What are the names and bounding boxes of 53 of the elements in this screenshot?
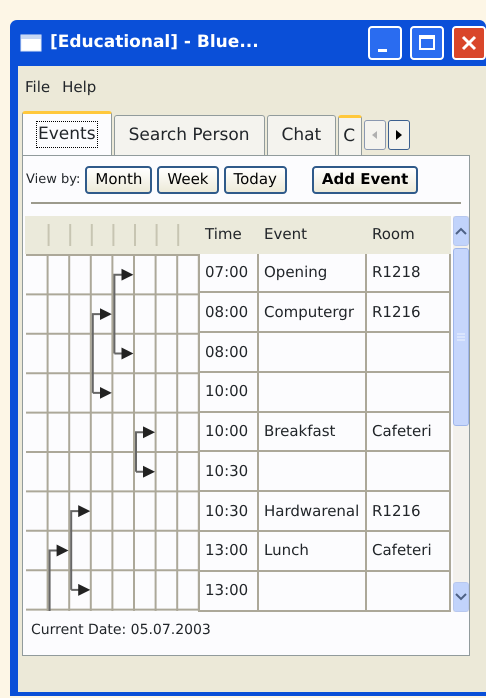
minimize-button[interactable] [368, 26, 402, 60]
event-cell: Computergr [258, 292, 366, 332]
room-cell: Cafeteri [366, 412, 450, 452]
menu-item[interactable]: Help [62, 76, 96, 98]
view-button[interactable]: Month [85, 166, 152, 194]
maximize-button[interactable] [410, 26, 444, 60]
time-cell: 08:00 [199, 292, 258, 332]
room-cell: R1216 [366, 292, 450, 332]
scroll-thumb[interactable] [453, 248, 469, 426]
tab[interactable]: Search Person [114, 115, 264, 155]
room-cell: R1218 [366, 252, 450, 292]
event-cell: Hardwarenal [258, 491, 366, 531]
column-header[interactable]: Event [258, 216, 366, 252]
add-event-button[interactable]: Add Event [312, 166, 418, 194]
event-cell: Breakfast [258, 412, 366, 452]
event-cell: Lunch [258, 530, 366, 571]
scroll-up-button[interactable] [453, 216, 469, 246]
column-header[interactable]: Time [199, 216, 258, 252]
right-triangle-icon [395, 128, 404, 140]
status-text: Current Date: 05.07.2003 [30, 620, 212, 640]
menu-item[interactable]: File [25, 76, 50, 98]
view-button[interactable]: Week [157, 166, 218, 194]
up-chevron-icon [455, 226, 467, 234]
time-cell: 07:00 [199, 252, 258, 292]
window-title: [Educational] - Blue... [50, 31, 259, 54]
minimize-icon [378, 48, 386, 52]
time-cell: 08:00 [199, 332, 258, 372]
connector-arrow [48, 544, 69, 610]
time-cell: 13:00 [199, 570, 258, 610]
window-icon [20, 34, 42, 52]
close-button[interactable] [452, 26, 486, 60]
scroll-down-button[interactable] [453, 582, 469, 612]
room-cell: R1216 [366, 491, 450, 531]
maximize-icon [418, 34, 436, 52]
down-chevron-icon [455, 592, 467, 600]
time-cell: 10:30 [199, 451, 258, 492]
close-icon [460, 34, 478, 52]
left-triangle-icon [371, 130, 380, 140]
tab[interactable]: C [338, 115, 362, 155]
scroll-right-button[interactable] [388, 120, 410, 150]
event-cell: Opening [258, 252, 366, 292]
room-cell: Cafeteri [366, 530, 450, 571]
time-cell: 10:30 [199, 491, 258, 531]
view-by-label: View by: [26, 171, 80, 189]
view-button[interactable]: Today [224, 166, 287, 194]
connector-arrow [135, 426, 155, 478]
time-cell: 13:00 [199, 530, 258, 571]
tab[interactable]: Chat [266, 115, 336, 155]
column-header[interactable]: Room [366, 216, 450, 252]
grip-icon [457, 332, 465, 340]
tab[interactable]: Events [22, 111, 112, 155]
time-cell: 10:00 [199, 412, 258, 452]
time-cell: 10:00 [199, 372, 258, 412]
